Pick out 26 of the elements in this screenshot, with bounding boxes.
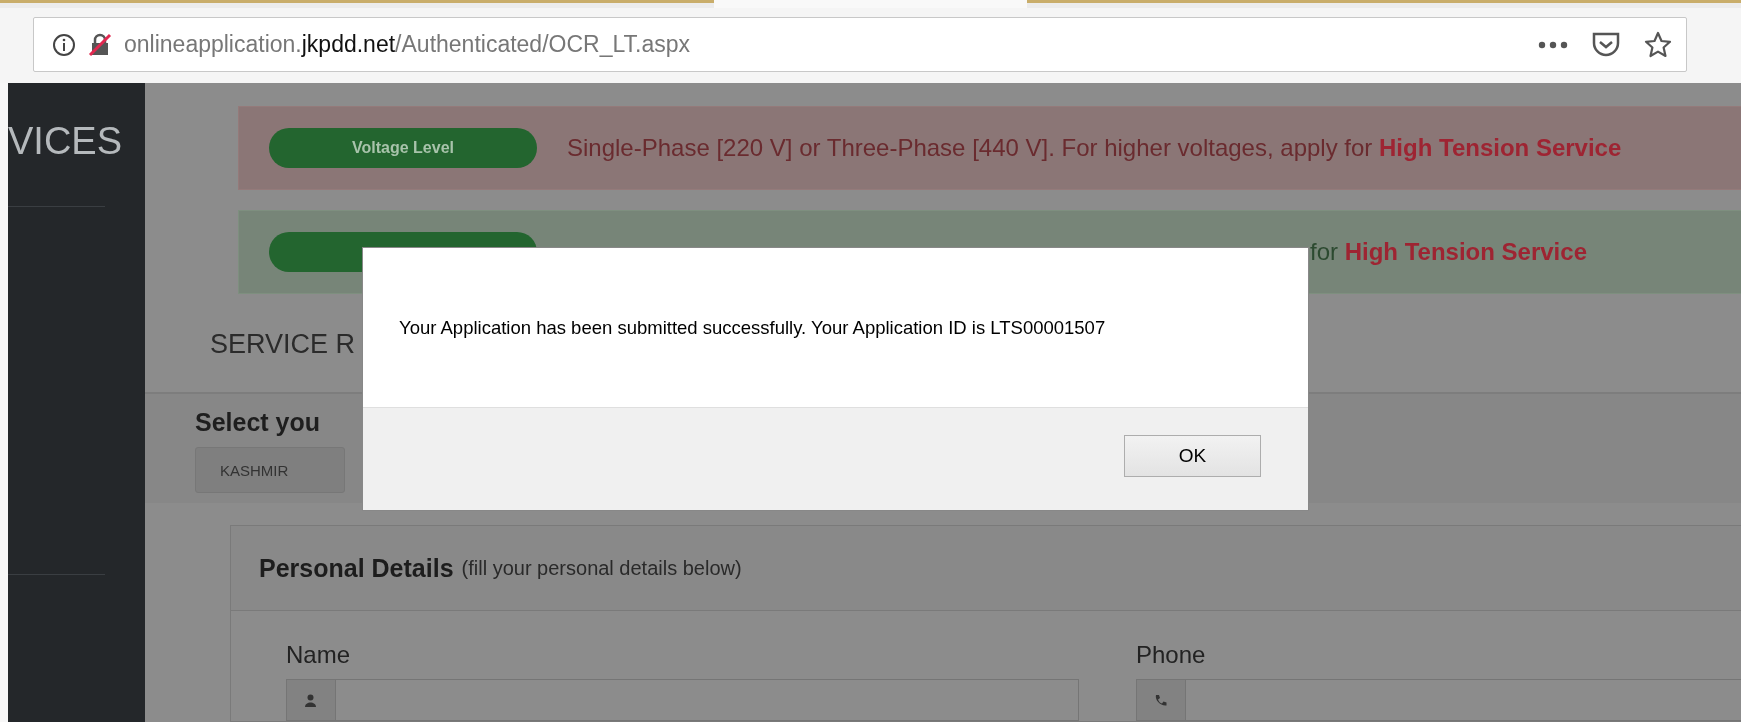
info-icon[interactable] (52, 32, 76, 57)
section-heading: SERVICE R (210, 328, 356, 361)
panel-title: Personal Details (259, 553, 454, 583)
browser-tab[interactable] (357, 0, 714, 8)
url-text: onlineapplication.jkpdd.net/Authenticated/OCR_LT.aspx (124, 31, 691, 58)
sidebar-title: VICES (8, 119, 123, 164)
ok-button[interactable]: OK (1124, 435, 1261, 477)
alert-text: for High Tension Service (1310, 238, 1587, 266)
user-icon (305, 693, 317, 707)
star-icon[interactable] (1644, 30, 1672, 59)
dialog-message: Your Application has been submitted successfully. Your Application ID is LTS00001507 (398, 315, 1107, 340)
pocket-icon[interactable] (1592, 31, 1620, 58)
ellipsis-icon[interactable] (1538, 40, 1568, 49)
crossed-lock-icon[interactable] (88, 32, 112, 57)
field-label: Phone (1136, 641, 1207, 669)
phone-icon (1154, 693, 1168, 707)
address-bar[interactable]: onlineapplication.jkpdd.net/Authenticated/OCR_LT.aspx (33, 17, 1687, 72)
browser-tab[interactable] (714, 0, 1027, 8)
browser-tab[interactable] (1384, 0, 1741, 8)
label-pill: Voltage Level (269, 128, 537, 168)
select-label: Select you (195, 408, 322, 437)
browser-tab[interactable] (1027, 0, 1384, 8)
browser-tab[interactable] (0, 0, 357, 8)
panel-subtitle: (fill your personal details below) (461, 556, 742, 580)
field-label: Name (286, 641, 352, 669)
alert-text: Single-Phase [220 V] or Three-Phase [440 V]. For higher voltages, apply for High Tension Service (567, 134, 1622, 162)
